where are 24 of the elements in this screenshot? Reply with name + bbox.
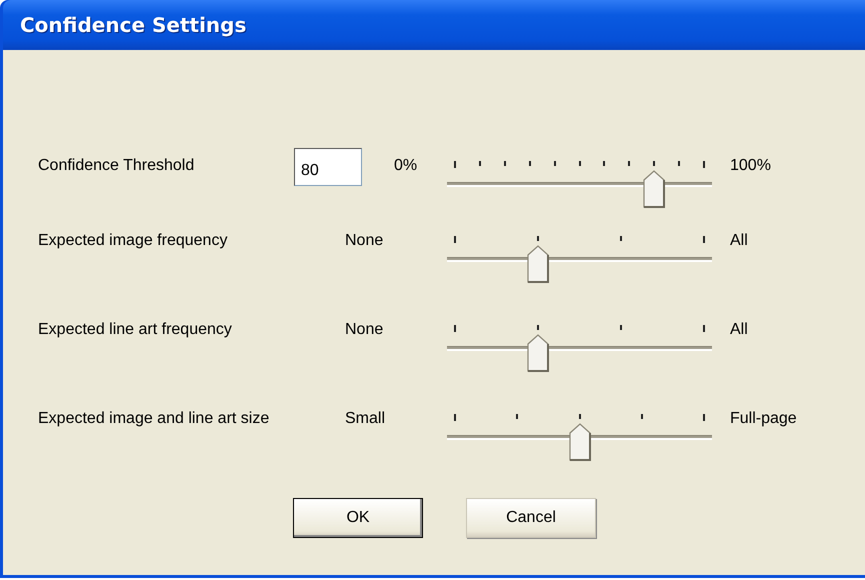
slider-track[interactable]: [447, 257, 712, 262]
setting-label: Expected image and line art size: [38, 410, 270, 428]
max-label: 100%: [730, 157, 772, 175]
max-label: Full-page: [730, 410, 798, 428]
min-label: 0%: [394, 157, 418, 175]
setting-label: Expected image frequency: [38, 232, 228, 250]
slider-track[interactable]: [447, 182, 712, 187]
ok-button[interactable]: OK: [293, 498, 423, 538]
slider-track[interactable]: [447, 435, 712, 440]
max-label: All: [730, 321, 749, 339]
max-label: All: [730, 232, 749, 250]
cancel-button[interactable]: Cancel: [466, 498, 596, 538]
min-label: None: [345, 232, 384, 250]
min-label: Small: [345, 410, 386, 428]
slider-thumb[interactable]: [526, 245, 549, 283]
slider-track[interactable]: [447, 346, 712, 351]
min-label: None: [345, 321, 384, 339]
threshold-field[interactable]: 80: [294, 148, 362, 186]
setting-label: Expected line art frequency: [38, 321, 233, 339]
slider-thumb[interactable]: [526, 334, 549, 372]
window-title: Confidence Settings: [20, 13, 246, 37]
slider-thumb[interactable]: [568, 423, 590, 461]
slider-thumb[interactable]: [643, 170, 666, 208]
setting-label: Confidence Threshold: [38, 157, 196, 175]
